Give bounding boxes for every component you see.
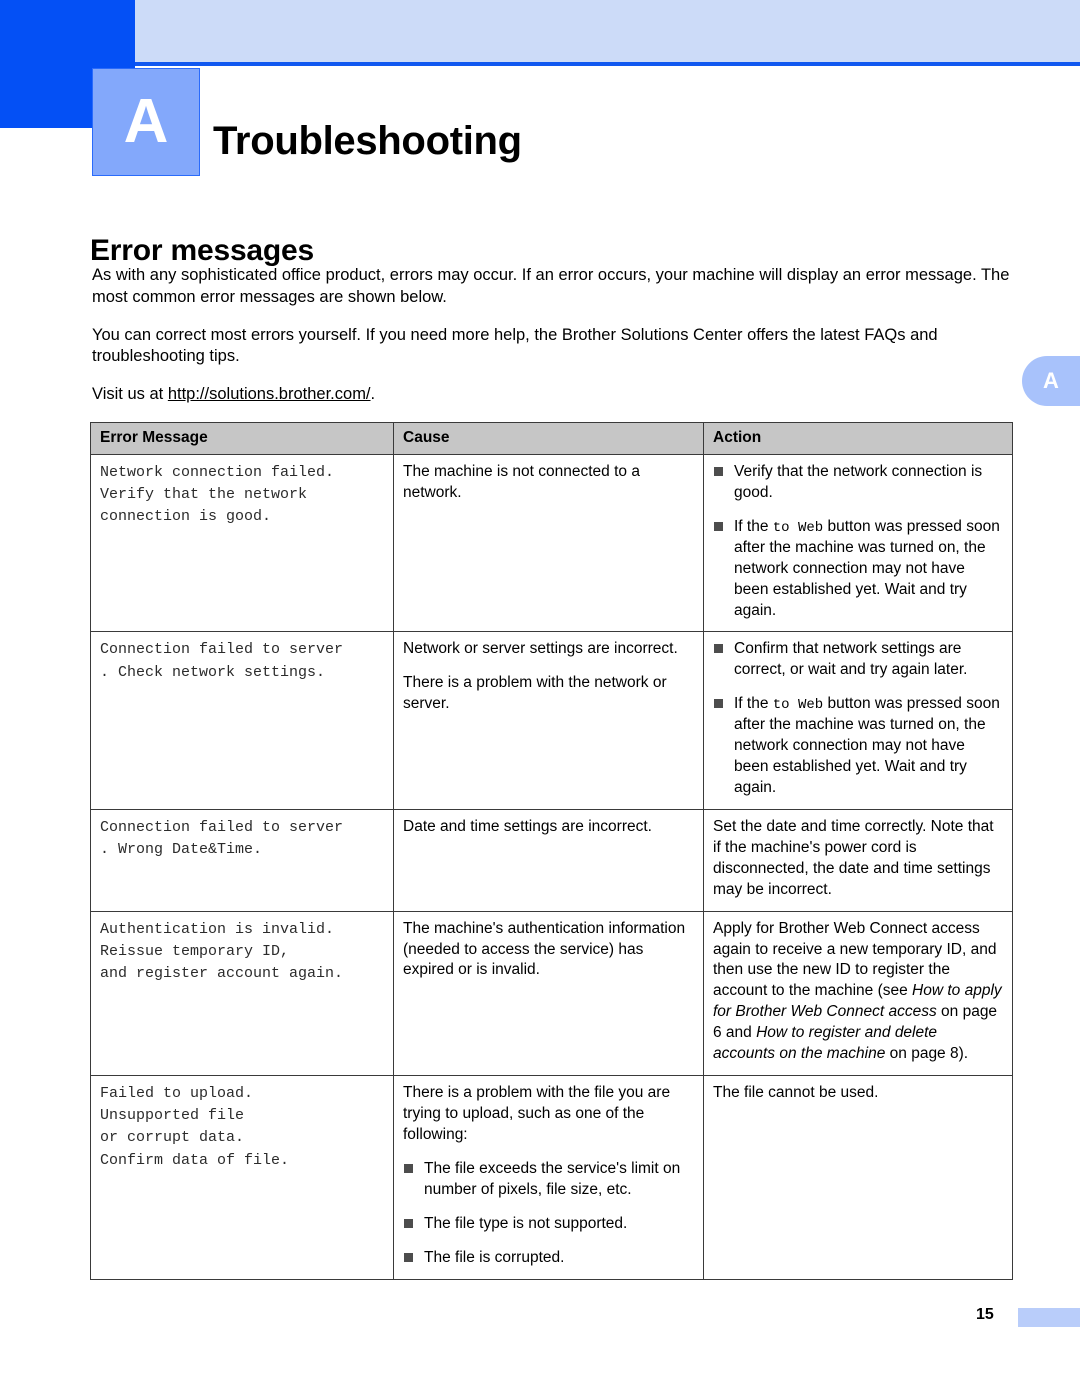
table-row: Network connection failed. Verify that t… xyxy=(90,453,1013,633)
action-paragraph: The file cannot be used. xyxy=(713,1084,879,1102)
table-row: Authentication is invalid. Reissue tempo… xyxy=(90,910,1013,1077)
cause-text: There is a problem with the file you are… xyxy=(403,1083,694,1268)
action-bullet-item: If the to Web button was pressed soon af… xyxy=(713,517,1003,622)
cell-cause: Network or server settings are incorrect… xyxy=(393,631,704,810)
table-row: Connection failed to server . Check netw… xyxy=(90,631,1013,810)
error-message-text: Connection failed to server . Wrong Date… xyxy=(100,818,344,859)
intro-paragraph-3: Visit us at http://solutions.brother.com… xyxy=(92,384,1012,406)
action-text: Verify that the network connection is go… xyxy=(713,462,1003,621)
intro-paragraph-2: You can correct most errors yourself. If… xyxy=(92,325,938,366)
action-bullet-item: Confirm that network settings are correc… xyxy=(713,639,1003,681)
action-text: Set the date and time correctly. Note th… xyxy=(713,817,1003,901)
error-message-text: Network connection failed. Verify that t… xyxy=(100,464,335,526)
cause-bullet-item: The file exceeds the service's limit on … xyxy=(403,1159,694,1201)
chapter-side-tab-letter: A xyxy=(1043,368,1059,393)
action-bullet-list: Verify that the network connection is go… xyxy=(713,462,1003,621)
column-header-error-message: Error Message xyxy=(90,422,394,455)
chapter-side-tab: A xyxy=(1022,356,1080,406)
cell-action: Confirm that network settings are correc… xyxy=(703,631,1013,810)
chapter-badge-letter: A xyxy=(123,87,169,156)
table-row: Failed to upload. Unsupported file or co… xyxy=(90,1075,1013,1280)
action-text: Apply for Brother Web Connect access aga… xyxy=(713,919,1003,1065)
error-messages-table: Error Message Cause Action Network conne… xyxy=(90,422,1013,1280)
banner-rule xyxy=(135,62,1080,66)
action-reference-title: How to apply for Brother Web Connect acc… xyxy=(713,982,1002,1021)
action-paragraph: Set the date and time correctly. Note th… xyxy=(713,817,994,898)
cell-action: Verify that the network connection is go… xyxy=(703,453,1013,633)
cell-error-message: Failed to upload. Unsupported file or co… xyxy=(90,1075,394,1280)
page-title: Troubleshooting xyxy=(213,118,522,163)
action-bullet-list: Confirm that network settings are correc… xyxy=(713,639,1003,798)
cause-text: Date and time settings are incorrect. xyxy=(403,817,694,838)
chapter-badge: A xyxy=(92,68,200,176)
cell-action: Apply for Brother Web Connect access aga… xyxy=(703,910,1013,1077)
cause-text: The machine is not connected to a networ… xyxy=(403,462,694,504)
footer-accent-block xyxy=(1018,1308,1080,1327)
action-bullet-item: Verify that the network connection is go… xyxy=(713,462,1003,504)
solutions-url-link[interactable]: http://solutions.brother.com/ xyxy=(168,385,371,403)
cause-paragraph: There is a problem with the network or s… xyxy=(403,674,667,713)
action-paragraph: Apply for Brother Web Connect access aga… xyxy=(713,919,1002,1063)
inline-button-label: to Web xyxy=(772,697,824,714)
cause-paragraph: The machine's authentication information… xyxy=(403,919,686,979)
visit-us-suffix: . xyxy=(370,385,376,404)
cause-paragraph: There is a problem with the file you are… xyxy=(403,1084,671,1143)
cell-action: Set the date and time correctly. Note th… xyxy=(703,808,1013,912)
action-reference-title: How to register and delete accounts on t… xyxy=(713,1024,938,1063)
cell-error-message: Authentication is invalid. Reissue tempo… xyxy=(90,910,394,1077)
inline-button-label: to Web xyxy=(772,519,824,536)
cell-action: The file cannot be used. xyxy=(703,1075,1013,1280)
cell-error-message: Connection failed to server . Check netw… xyxy=(90,631,394,810)
cause-bullet-list: The file exceeds the service's limit on … xyxy=(403,1159,694,1269)
column-header-cause: Cause xyxy=(393,422,704,455)
cell-cause: The machine's authentication information… xyxy=(393,910,704,1077)
cause-text: Network or server settings are incorrect… xyxy=(403,639,694,715)
section-heading: Error messages xyxy=(90,233,315,267)
cell-error-message: Connection failed to server . Wrong Date… xyxy=(90,808,394,912)
table-row: Connection failed to server . Wrong Date… xyxy=(90,808,1013,912)
cause-text: The machine's authentication information… xyxy=(403,919,694,982)
cause-paragraph: Network or server settings are incorrect… xyxy=(403,640,678,658)
cause-bullet-item: The file type is not supported. xyxy=(403,1214,694,1235)
cause-bullet-item: The file is corrupted. xyxy=(403,1248,694,1269)
column-header-action: Action xyxy=(703,422,1013,455)
action-bullet-item: If the to Web button was pressed soon af… xyxy=(713,694,1003,799)
intro-text: As with any sophisticated office product… xyxy=(92,265,1012,422)
table-header-row: Error Message Cause Action xyxy=(90,422,1013,455)
table-body: Network connection failed. Verify that t… xyxy=(90,453,1013,1280)
cell-cause: There is a problem with the file you are… xyxy=(393,1075,704,1280)
error-message-text: Failed to upload. Unsupported file or co… xyxy=(100,1085,290,1169)
action-text: Confirm that network settings are correc… xyxy=(713,639,1003,798)
visit-us-prefix: Visit us at xyxy=(92,385,168,404)
cell-cause: The machine is not connected to a networ… xyxy=(393,453,704,633)
page-number: 15 xyxy=(976,1306,994,1323)
cell-cause: Date and time settings are incorrect. xyxy=(393,808,704,912)
cell-error-message: Network connection failed. Verify that t… xyxy=(90,453,394,633)
cause-paragraph: Date and time settings are incorrect. xyxy=(403,817,652,835)
cause-paragraph: The machine is not connected to a networ… xyxy=(403,463,640,501)
error-message-text: Authentication is invalid. Reissue tempo… xyxy=(100,920,344,982)
banner-light-band xyxy=(135,0,1080,62)
error-message-text: Connection failed to server . Check netw… xyxy=(100,641,344,681)
intro-paragraph-1: As with any sophisticated office product… xyxy=(92,266,1010,306)
action-text: The file cannot be used. xyxy=(713,1083,1003,1104)
